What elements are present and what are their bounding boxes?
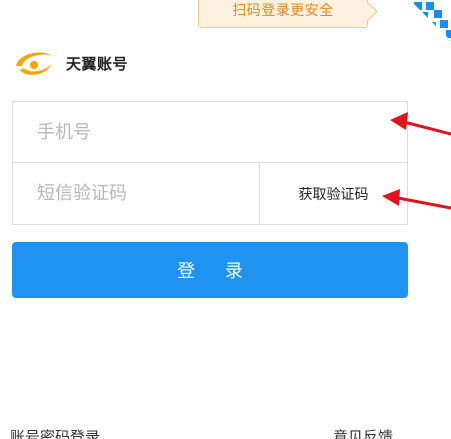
login-page: 扫码登录更安全 天翼账号 手机号 短信验证码 获取验证码 登 录 账号密码登录 …	[0, 0, 451, 439]
feedback-link[interactable]: 意见反馈	[333, 426, 393, 439]
login-button[interactable]: 登 录	[12, 242, 408, 298]
sms-code-input[interactable]	[13, 163, 267, 223]
phone-field-row	[13, 102, 407, 163]
brand-name: 天翼账号	[66, 54, 129, 73]
phone-input[interactable]	[13, 102, 267, 162]
get-code-button[interactable]: 获取验证码	[259, 163, 407, 224]
qr-login-tip: 扫码登录更安全	[198, 0, 368, 28]
password-login-link[interactable]: 账号密码登录	[10, 426, 100, 439]
qr-code-icon[interactable]	[400, 0, 451, 60]
brand: 天翼账号	[12, 48, 128, 78]
sms-code-field-row: 获取验证码	[13, 163, 407, 224]
telecom-logo-icon	[16, 52, 52, 75]
login-form: 获取验证码	[12, 101, 408, 225]
